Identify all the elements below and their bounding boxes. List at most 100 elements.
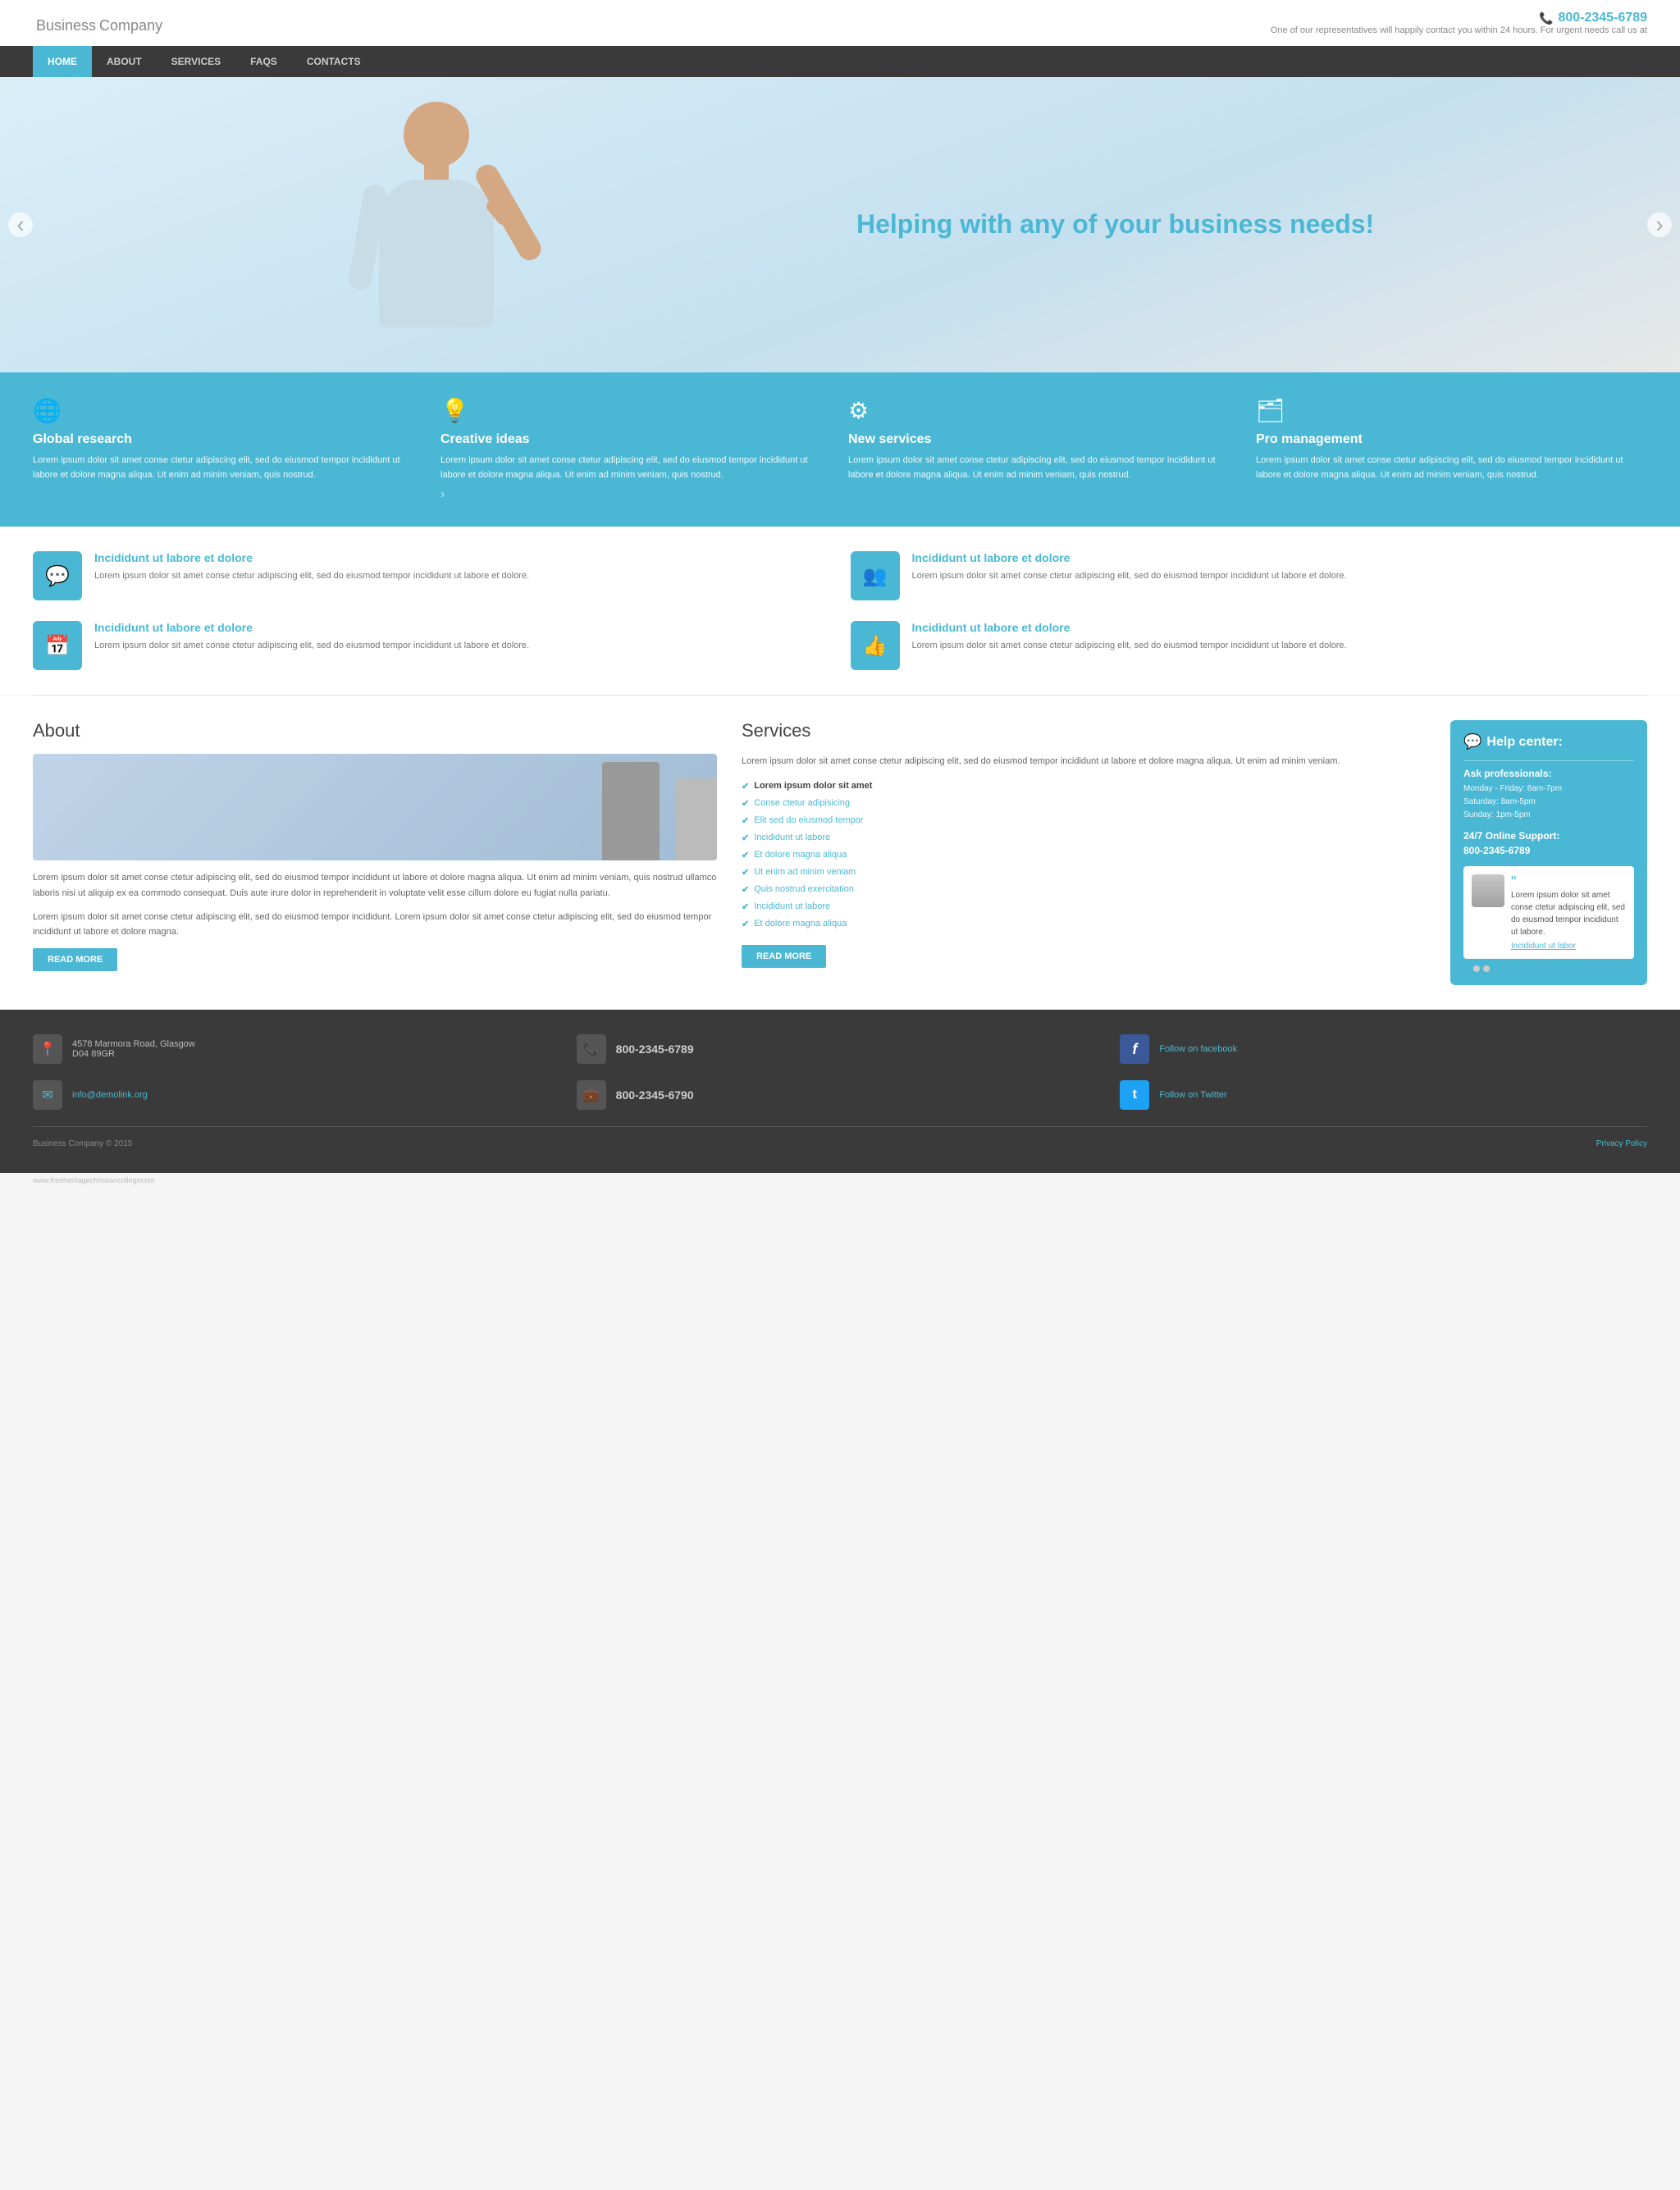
help-hours: Monday - Friday: 8am-7pmSaturday: 8am-5p… [1463,782,1634,822]
footer-twitter: t Follow on Twitter [1120,1080,1647,1110]
feature-3-title: New services [848,432,1239,447]
check-icon-2: ✔ [742,798,749,809]
about-text-2: Lorem ipsum dolor sit amet conse ctetur … [33,910,717,940]
footer-facebook: f Follow on facebook [1120,1034,1647,1064]
checklist-item-2: ✔Conse ctetur adipisicing [742,795,1426,812]
check-icon-8: ✔ [742,901,749,912]
features-section: 🌐 Global research Lorem ipsum dolor sit … [0,372,1680,527]
help-divider [1463,760,1634,761]
service-item-4: 👍 Incididunt ut labore et dolore Lorem i… [851,621,1648,670]
header-contact: 📞 800-2345-6789 One of our representativ… [1271,11,1647,35]
copyright-text: Business Company © 2015 [33,1139,132,1148]
checklist-item-9: ✔Et dolore magna aliqua [742,915,1426,933]
checklist-item-4: ✔Incididunt ut labore [742,829,1426,846]
hero-text: Helping with any of your business needs! [824,208,1631,242]
services-desc: Lorem ipsum dolor sit amet conse ctetur … [742,754,1426,769]
twitter-icon: t [1120,1080,1149,1110]
dot-2 [1473,965,1480,972]
nav-home[interactable]: HOME [33,46,92,77]
facebook-icon: f [1120,1034,1149,1064]
bulb-icon: 💡 [441,397,832,424]
check-icon-4: ✔ [742,833,749,843]
thumbsup-icon: 👍 [863,634,888,658]
testimonial-link[interactable]: Incididunt ut labor [1511,942,1576,951]
checklist-item-3: ✔Elit sed do eiusmod tempor [742,812,1426,829]
quote-icon: " [1511,874,1626,889]
main-nav: HOME ABOUT SERVICES FAQS CONTACTS [0,46,1680,77]
service-content-2: Incididunt ut labore et dolore Lorem ips… [912,551,1347,584]
testimonial-avatar [1472,874,1504,907]
check-icon-5: ✔ [742,850,749,860]
footer-email: ✉ info@demolink.org [33,1080,560,1110]
footer-grid: 📍 4578 Marmora Road, GlasgowD04 89GR 📞 8… [33,1034,1647,1110]
footer-facebook-text: Follow on facebook [1159,1044,1237,1054]
service-4-desc: Lorem ipsum dolor sit amet conse ctetur … [912,639,1347,654]
services-icons-section: 💬 Incididunt ut labore et dolore Lorem i… [0,527,1680,695]
services-read-more-button[interactable]: READ MORE [742,945,826,968]
nav-contacts[interactable]: CONTACTS [292,46,376,77]
footer-email-text: info@demolink.org [72,1090,148,1100]
check-icon-1: ✔ [742,781,749,792]
footer-phone-1-text: 800-2345-6789 [616,1043,694,1056]
feature-creative-ideas: 💡 Creative ideas Lorem ipsum dolor sit a… [441,397,832,502]
email-icon: ✉ [33,1080,62,1110]
logo: BusinessCompany [33,10,162,36]
about-image-bg [33,754,717,860]
checklist-item-6: ✔Ut enim ad minim veniam [742,864,1426,881]
help-center-column: Help center: Ask professionals: Monday -… [1450,720,1647,985]
check-icon-9: ✔ [742,919,749,929]
feature-4-desc: Lorem ipsum dolor sit amet conse ctetur … [1256,454,1647,482]
hero-title: Helping with any of your business needs! [856,208,1631,242]
checklist-item-5: ✔Et dolore magna aliqua [742,846,1426,864]
help-professionals-label: Ask professionals: [1463,768,1634,779]
about-text-1: Lorem ipsum dolor sit amet conse ctetur … [33,870,717,901]
globe-icon: 🌐 [33,397,424,424]
feature-pro-management: 🗂 Pro management Lorem ipsum dolor sit a… [1256,397,1647,502]
service-2-desc: Lorem ipsum dolor sit amet conse ctetur … [912,569,1347,584]
about-column: About Lorem ipsum dolor sit amet conse c… [33,720,717,985]
service-item-3: 📅 Incididunt ut labore et dolore Lorem i… [33,621,830,670]
check-icon-6: ✔ [742,867,749,878]
nav-services[interactable]: SERVICES [157,46,235,77]
logo-text: BusinessCompany [33,10,162,35]
nav-faqs[interactable]: FAQS [235,46,292,77]
gear-icon: ⚙ [848,397,1239,424]
email-link[interactable]: info@demolink.org [72,1090,148,1100]
header-tagline: One of our representatives will happily … [1271,25,1647,35]
hero-next-arrow[interactable]: › [1647,212,1672,237]
feature-2-title: Creative ideas [441,432,832,447]
footer-phone-1: 📞 800-2345-6789 [577,1034,1104,1064]
footer: 📍 4578 Marmora Road, GlasgowD04 89GR 📞 8… [0,1010,1680,1173]
feature-1-title: Global research [33,432,424,447]
feature-3-desc: Lorem ipsum dolor sit amet conse ctetur … [848,454,1239,482]
services-heading: Services [742,720,1426,741]
checklist-item-8: ✔Incididunt ut labore [742,898,1426,915]
briefcase-icon: 🗂 [1256,397,1647,424]
hero-prev-arrow[interactable]: ‹ [8,212,33,237]
header-phone: 📞 800-2345-6789 [1271,11,1647,25]
twitter-link[interactable]: Follow on Twitter [1159,1090,1226,1100]
help-support-title: 24/7 Online Support: [1463,830,1634,842]
page-header: BusinessCompany 📞 800-2345-6789 One of o… [0,0,1680,46]
privacy-policy-link[interactable]: Privacy Policy [1596,1139,1647,1148]
service-icon-chat: 💬 [33,551,82,600]
footer-address: 📍 4578 Marmora Road, GlasgowD04 89GR [33,1034,560,1064]
facebook-link[interactable]: Follow on facebook [1159,1044,1237,1054]
service-content-1: Incididunt ut labore et dolore Lorem ips… [94,551,529,584]
about-services-section: About Lorem ipsum dolor sit amet conse c… [0,696,1680,1010]
dot-3 [1483,965,1490,972]
watermark: www.freeheritagechristiancollegecom [0,1173,1680,1188]
footer-twitter-text: Follow on Twitter [1159,1090,1226,1100]
chat-icon: 💬 [45,564,70,588]
footer-phone-2: 💼 800-2345-6790 [577,1080,1104,1110]
nav-about[interactable]: ABOUT [92,46,157,77]
service-item-1: 💬 Incididunt ut labore et dolore Lorem i… [33,551,830,600]
service-item-2: 👥 Incididunt ut labore et dolore Lorem i… [851,551,1648,600]
calendar-icon: 📅 [45,634,70,658]
services-column: Services Lorem ipsum dolor sit amet cons… [742,720,1426,985]
location-icon: 📍 [33,1034,62,1064]
help-support-phone: 800-2345-6789 [1463,845,1634,856]
about-read-more-button[interactable]: READ MORE [33,948,117,971]
service-1-desc: Lorem ipsum dolor sit amet conse ctetur … [94,569,529,584]
footer-bottom: Business Company © 2015 Privacy Policy [33,1139,1647,1148]
